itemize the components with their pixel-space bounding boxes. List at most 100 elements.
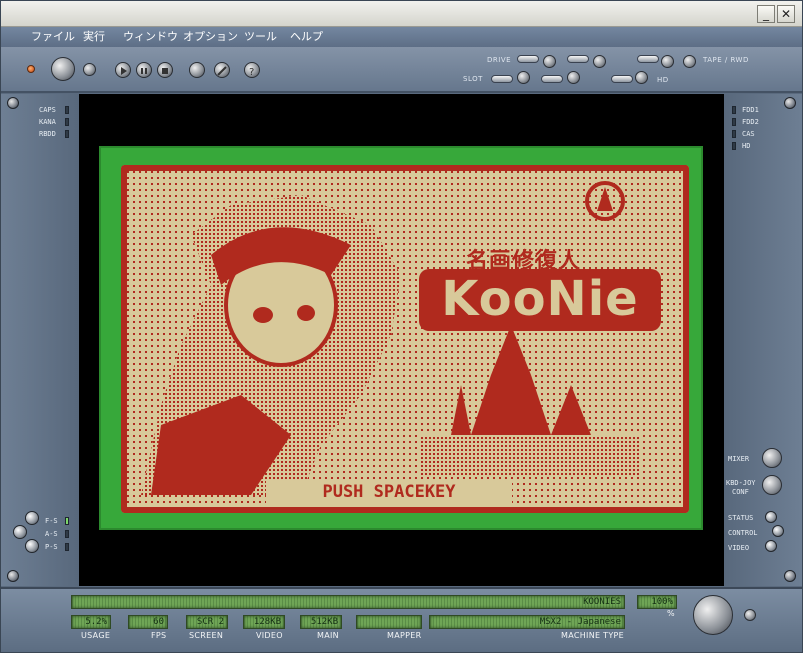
play-icon [121,67,127,75]
left-panel: CAPS KANA RBDD F-S A-S P-S [1,94,79,586]
castle-base [421,435,641,475]
slot-1-knob[interactable] [517,71,530,84]
screw-icon [784,97,796,109]
machine-type-label: MACHINE TYPE [561,631,625,640]
drive-a-knob[interactable] [543,55,556,68]
hd-slider[interactable] [611,75,633,83]
rewind-knob[interactable] [683,55,696,68]
menu-bar: ファイル 実行 ウィンドウ オプション ツール ヘルプ [1,27,802,47]
main-ram-display: 512KB [300,615,342,629]
cas-indicator [732,130,736,138]
fs-button[interactable] [25,511,39,525]
slot-2-knob[interactable] [567,71,580,84]
control-toggle[interactable] [772,525,784,537]
power-knob[interactable] [51,57,75,81]
wrench-button[interactable] [214,62,230,78]
screw-icon [784,570,796,582]
fps-label: FPS [151,631,167,640]
mixer-label: MIXER [728,455,750,463]
pause-icon [141,68,147,74]
slot-1-slider[interactable] [491,75,513,83]
fdd1-indicator [732,106,736,114]
video-toggle[interactable] [765,540,777,552]
hd-knob[interactable] [635,71,648,84]
drive-b-slider[interactable] [567,55,589,63]
tape-slider[interactable] [637,55,659,63]
emulator-window: _ ✕ ファイル 実行 ウィンドウ オプション ツール ヘルプ ? DRIVE [0,0,803,653]
tape-label: TAPE / RWD [703,56,749,64]
video-label: VIDEO [256,631,283,640]
mapper-label: MAPPER [387,631,422,640]
toolbar: ? DRIVE SLOT TAPE / RWD HD [1,47,802,93]
mixer-button[interactable] [762,448,782,468]
as-button[interactable] [13,525,27,539]
fps-display: 60 [128,615,168,629]
status-toggle[interactable] [765,511,777,523]
usage-label: USAGE [81,631,111,640]
ps-button[interactable] [25,539,39,553]
art-frame [121,165,127,513]
fdd1-label: FDD1 [742,106,759,114]
reset-button[interactable] [83,63,96,76]
minimize-button[interactable]: _ [757,5,775,23]
as-indicator [65,530,69,538]
fs-label: F-S [45,517,58,525]
menu-file[interactable]: ファイル [31,29,75,44]
mute-button[interactable] [744,609,756,621]
pause-button[interactable] [136,62,152,78]
kbd-joy-config-button[interactable] [762,475,782,495]
close-button[interactable]: ✕ [777,5,795,23]
title-bar[interactable]: _ ✕ [1,1,802,27]
help-button[interactable]: ? [244,62,260,78]
volume-unit-label: % [667,609,675,618]
video-label: VIDEO [728,544,750,552]
status-label: STATUS [728,514,754,522]
drive-b-knob[interactable] [593,55,606,68]
play-button[interactable] [115,62,131,78]
hd-indicator [732,142,736,150]
menu-run[interactable]: 実行 [83,29,105,44]
emulator-screen[interactable]: 名画修復人 KooNie PUSH SPACEKEY [99,146,703,530]
art-frame [121,165,689,171]
fs-indicator [65,517,69,525]
character-eye [297,305,315,321]
kbd-joy-label: KBD-JOY [726,479,756,487]
mapper-display [356,615,422,629]
menu-options[interactable]: オプション [183,29,238,44]
wrench-icon [217,66,227,76]
hd-label: HD [657,76,669,84]
video-ram-display: 128KB [243,615,285,629]
menu-tools[interactable]: ツール [244,29,277,44]
kana-indicator [65,118,69,126]
tape-knob[interactable] [661,55,674,68]
disk-tool-button[interactable] [189,62,205,78]
usage-display: 5.2% [71,615,111,629]
svg-text:?: ? [249,67,254,78]
ps-indicator [65,543,69,551]
game-title: KooNie [419,269,661,331]
game-screen: 名画修復人 KooNie PUSH SPACEKEY [121,165,689,513]
drive-label: DRIVE [487,56,512,64]
ps-label: P-S [45,543,58,551]
art-frame [683,165,689,513]
menu-help[interactable]: ヘルプ [290,29,323,44]
menu-window[interactable]: ウィンドウ [123,29,178,44]
slot-2-slider[interactable] [541,75,563,83]
art-frame [121,507,689,513]
kana-label: KANA [39,118,56,126]
character-eye [253,307,273,323]
caps-indicator [65,106,69,114]
game-title-display: KOONIES [71,595,625,609]
power-led [27,65,35,73]
screw-icon [7,570,19,582]
rbdd-indicator [65,130,69,138]
volume-display: 100% [637,595,677,609]
volume-knob[interactable] [693,595,733,635]
stop-button[interactable] [157,62,173,78]
fdd2-label: FDD2 [742,118,759,126]
push-spacekey-prompt: PUSH SPACEKEY [266,481,512,503]
caps-label: CAPS [39,106,56,114]
drive-a-slider[interactable] [517,55,539,63]
question-icon: ? [249,67,254,78]
conf-label: CONF [732,488,749,496]
